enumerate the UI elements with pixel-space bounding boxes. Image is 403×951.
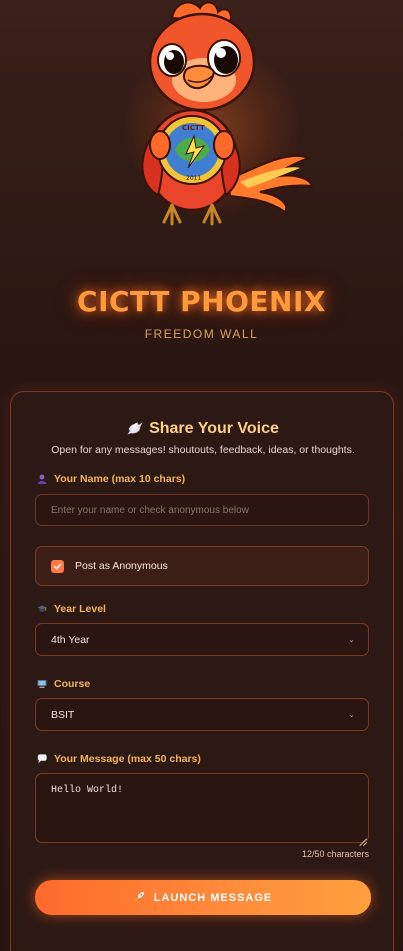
- chevron-down-icon: ⌄: [348, 635, 355, 644]
- rocket-icon: [134, 891, 145, 905]
- resize-grip-icon[interactable]: [359, 833, 367, 846]
- anonymous-label: Post as Anonymous: [75, 560, 168, 572]
- course-label: Course: [37, 678, 90, 690]
- form-title: Share Your Voice: [11, 420, 395, 440]
- svg-text:2011: 2011: [186, 175, 201, 182]
- message-textarea[interactable]: Hello World!: [35, 773, 369, 843]
- name-input[interactable]: [35, 494, 369, 526]
- form-description: Open for any messages! shoutouts, feedba…: [51, 444, 355, 456]
- anonymous-checkbox[interactable]: [51, 559, 64, 573]
- chevron-down-icon: ⌄: [348, 710, 355, 719]
- svg-text:CICTT: CICTT: [182, 124, 205, 132]
- year-level-label: Year Level: [37, 603, 106, 615]
- anonymous-toggle[interactable]: Post as Anonymous: [35, 546, 369, 586]
- chat-bubble-icon: [37, 754, 47, 764]
- graduation-icon: [37, 604, 47, 614]
- launch-message-button[interactable]: LAUNCH MESSAGE: [35, 880, 371, 915]
- course-label-text: Course: [54, 678, 91, 690]
- form-title-text: Share Your Voice: [149, 420, 279, 437]
- app-title: CICTT PHOENIX: [77, 285, 326, 318]
- user-icon: [37, 474, 47, 484]
- name-label-text: Your Name (max 10 chars): [54, 473, 186, 485]
- check-icon: [53, 563, 62, 569]
- message-label: Your Message (max 50 chars): [37, 753, 201, 765]
- computer-icon: [37, 679, 47, 689]
- name-label: Your Name (max 10 chars): [37, 473, 185, 485]
- message-label-text: Your Message (max 50 chars): [54, 753, 201, 765]
- dove-icon: [127, 421, 143, 440]
- year-level-value: 4th Year: [51, 633, 90, 646]
- year-level-select[interactable]: 4th Year ⌄: [35, 623, 369, 656]
- launch-message-label: LAUNCH MESSAGE: [153, 891, 273, 904]
- year-level-label-text: Year Level: [54, 603, 106, 615]
- mascot-area: CICTT 2011: [0, 0, 403, 235]
- course-value: BSIT: [51, 708, 75, 721]
- phoenix-mascot-icon: CICTT 2011: [141, 1, 314, 226]
- message-char-count: 12/50 characters: [301, 849, 369, 859]
- course-select[interactable]: BSIT ⌄: [35, 698, 369, 731]
- app-subtitle: FREEDOM WALL: [144, 327, 259, 341]
- message-form-card: Share Your Voice Open for any messages! …: [10, 391, 394, 951]
